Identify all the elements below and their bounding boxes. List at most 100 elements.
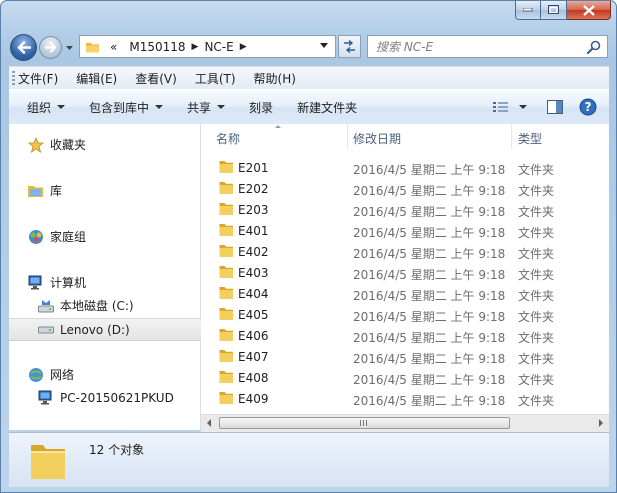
menu-file[interactable]: 文件(F) <box>9 70 67 87</box>
refresh-icon <box>344 40 355 53</box>
menu-edit[interactable]: 编辑(E) <box>67 70 126 87</box>
file-name: E403 <box>238 266 269 280</box>
file-date: 2016/4/5 星期二 上午 9:18 <box>353 268 506 282</box>
help-icon: ? <box>579 98 597 116</box>
scrollbar-thumb[interactable] <box>219 417 510 429</box>
nav-homegroup[interactable]: 家庭组 <box>9 226 217 247</box>
nav-local-disk-c[interactable]: 本地磁盘 (C:) <box>9 295 227 316</box>
file-name: E406 <box>238 329 269 343</box>
star-icon <box>27 136 45 153</box>
folder-icon <box>219 350 233 362</box>
address-dropdown-icon[interactable] <box>320 43 329 49</box>
recent-pages-dropdown[interactable] <box>65 43 74 52</box>
file-row[interactable]: E202 2016/4/5 星期二 上午 9:18 文件夹 <box>201 178 609 199</box>
file-row[interactable]: E201 2016/4/5 星期二 上午 9:18 文件夹 <box>201 157 609 178</box>
menu-view[interactable]: 查看(V) <box>126 70 186 87</box>
change-view-button[interactable] <box>493 101 527 113</box>
back-arrow-icon <box>17 41 31 54</box>
file-type: 文件夹 <box>518 184 555 198</box>
breadcrumb-m150118[interactable]: M150118 <box>129 40 185 54</box>
file-row[interactable]: E401 2016/4/5 星期二 上午 9:18 文件夹 <box>201 220 609 241</box>
burn-label: 刻录 <box>249 100 274 115</box>
forward-button[interactable] <box>39 36 62 59</box>
folder-icon <box>219 266 233 278</box>
file-type: 文件夹 <box>518 226 555 240</box>
file-row[interactable]: E409 2016/4/5 星期二 上午 9:18 文件夹 <box>201 388 609 409</box>
back-button[interactable] <box>10 34 37 61</box>
include-in-library-button[interactable]: 包含到库中 <box>77 99 175 116</box>
help-button[interactable]: ? <box>579 98 597 116</box>
file-date: 2016/4/5 星期二 上午 9:18 <box>353 184 506 198</box>
new-folder-button[interactable]: 新建文件夹 <box>285 99 369 116</box>
search-input[interactable] <box>376 39 581 54</box>
scroll-right-icon[interactable] <box>599 419 603 427</box>
column-type[interactable]: 类型 <box>518 130 542 147</box>
folder-icon <box>219 308 233 320</box>
horizontal-scrollbar[interactable] <box>201 414 609 432</box>
nav-favorites[interactable]: 收藏夹 <box>9 134 217 155</box>
file-row[interactable]: E402 2016/4/5 星期二 上午 9:18 文件夹 <box>201 241 609 262</box>
organize-button[interactable]: 组织 <box>9 99 77 116</box>
navigation-pane: 收藏夹 库 家庭组 计算机 本地磁盘 (C:) Lenovo (D:) 网络 P… <box>9 124 227 430</box>
chevron-down-icon <box>217 105 226 109</box>
minimize-button[interactable] <box>515 1 541 20</box>
search-icon[interactable] <box>587 40 601 54</box>
maximize-button[interactable] <box>541 1 567 20</box>
include-label: 包含到库中 <box>89 100 150 115</box>
column-divider[interactable] <box>511 124 512 149</box>
nav-libraries[interactable]: 库 <box>9 180 217 201</box>
column-divider[interactable] <box>347 124 348 149</box>
folder-icon <box>219 371 233 383</box>
file-name: E402 <box>238 245 269 259</box>
new-folder-label: 新建文件夹 <box>297 100 358 115</box>
breadcrumb-separator[interactable]: ▶ <box>240 42 247 52</box>
share-button[interactable]: 共享 <box>175 99 237 116</box>
close-icon <box>582 4 595 16</box>
file-row[interactable]: E407 2016/4/5 星期二 上午 9:18 文件夹 <box>201 346 609 367</box>
nav-pc[interactable]: PC-20150621PKUD <box>9 387 227 408</box>
close-button[interactable] <box>567 1 611 20</box>
file-name: E404 <box>238 287 269 301</box>
file-row[interactable]: E203 2016/4/5 星期二 上午 9:18 文件夹 <box>201 199 609 220</box>
search-box[interactable] <box>367 35 608 58</box>
file-type: 文件夹 <box>518 247 555 261</box>
forward-arrow-icon <box>44 42 56 53</box>
file-row[interactable]: E406 2016/4/5 星期二 上午 9:18 文件夹 <box>201 325 609 346</box>
computer-icon <box>27 275 45 291</box>
breadcrumb-nc-e[interactable]: NC-E <box>204 40 233 54</box>
breadcrumb-separator[interactable]: ▶ <box>192 42 199 52</box>
nav-lenovo-d[interactable]: Lenovo (D:) <box>9 318 227 341</box>
file-date: 2016/4/5 星期二 上午 9:18 <box>353 310 506 324</box>
preview-pane-button[interactable] <box>547 100 563 114</box>
file-row[interactable]: E405 2016/4/5 星期二 上午 9:18 文件夹 <box>201 304 609 325</box>
file-row[interactable]: E404 2016/4/5 星期二 上午 9:18 文件夹 <box>201 283 609 304</box>
nav-network-label: 网络 <box>50 368 75 382</box>
file-name: E405 <box>238 308 269 322</box>
file-date: 2016/4/5 星期二 上午 9:18 <box>353 289 506 303</box>
menu-tools[interactable]: 工具(T) <box>186 70 245 87</box>
file-type: 文件夹 <box>518 352 555 366</box>
sort-arrow-icon <box>275 125 281 128</box>
nav-computer[interactable]: 计算机 <box>9 272 217 293</box>
file-name: E201 <box>238 161 269 175</box>
nav-network[interactable]: 网络 <box>9 364 217 385</box>
thumb-grip <box>360 420 368 426</box>
folder-icon <box>219 287 233 299</box>
file-row[interactable]: E408 2016/4/5 星期二 上午 9:18 文件夹 <box>201 367 609 388</box>
scroll-left-icon[interactable] <box>207 419 211 427</box>
address-overflow[interactable]: « <box>110 40 117 54</box>
menu-help[interactable]: 帮助(H) <box>245 70 305 87</box>
preview-pane-icon <box>547 100 563 114</box>
refresh-button[interactable] <box>338 35 361 58</box>
item-count: 12 个对象 <box>89 443 145 457</box>
command-bar: 组织 包含到库中 共享 刻录 新建文件夹 ? <box>9 89 609 125</box>
column-name[interactable]: 名称 <box>216 130 240 147</box>
address-bar[interactable]: « M150118 ▶ NC-E ▶ <box>79 35 336 58</box>
column-date[interactable]: 修改日期 <box>353 130 401 147</box>
file-row[interactable]: E403 2016/4/5 星期二 上午 9:18 文件夹 <box>201 262 609 283</box>
computer-icon <box>37 390 55 406</box>
file-name: E401 <box>238 224 269 238</box>
library-icon <box>27 183 45 199</box>
file-date: 2016/4/5 星期二 上午 9:18 <box>353 373 506 387</box>
burn-button[interactable]: 刻录 <box>237 99 285 116</box>
